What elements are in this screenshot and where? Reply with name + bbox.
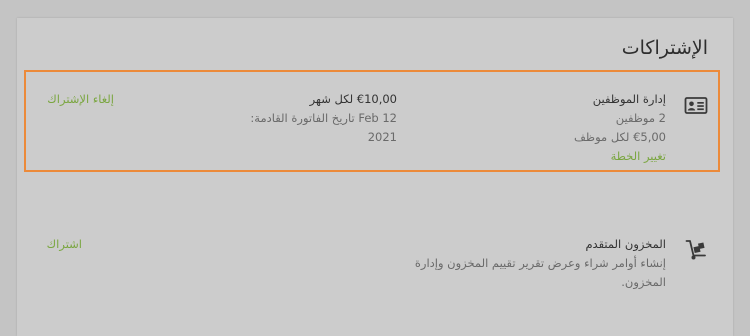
page-title: الإشتراكات [621, 37, 708, 59]
contact-card-icon [684, 94, 708, 118]
subscription-name: إدارة الموظفين [592, 92, 666, 106]
employee-count: 2 موظفين [615, 111, 666, 125]
subscribe-link[interactable]: اشتراك [47, 235, 82, 253]
monthly-price: €10,00 لكل شهر [309, 92, 397, 106]
next-invoice-text: تاريخ الفاتورة القادمة: [250, 111, 355, 125]
price-per-employee: €5,00 لكل موظف [574, 130, 666, 144]
subscription-name: المخزون المتقدم [585, 237, 666, 251]
hand-truck-icon [684, 238, 708, 262]
subscription-description-line1: إنشاء أوامر شراء وعرض تقرير تقييم المخزو… [414, 256, 666, 270]
cancel-subscription-link[interactable]: إلغاء الإشتراك [47, 90, 114, 108]
subscription-description-line2: المخزون. [621, 275, 666, 289]
next-invoice-date: Feb 12 [358, 111, 397, 125]
next-invoice-year: 2021 [367, 130, 397, 144]
change-plan-link[interactable]: تغيير الخطة [611, 147, 666, 165]
next-invoice-label: Feb 12 تاريخ الفاتورة القادمة: [250, 109, 397, 127]
